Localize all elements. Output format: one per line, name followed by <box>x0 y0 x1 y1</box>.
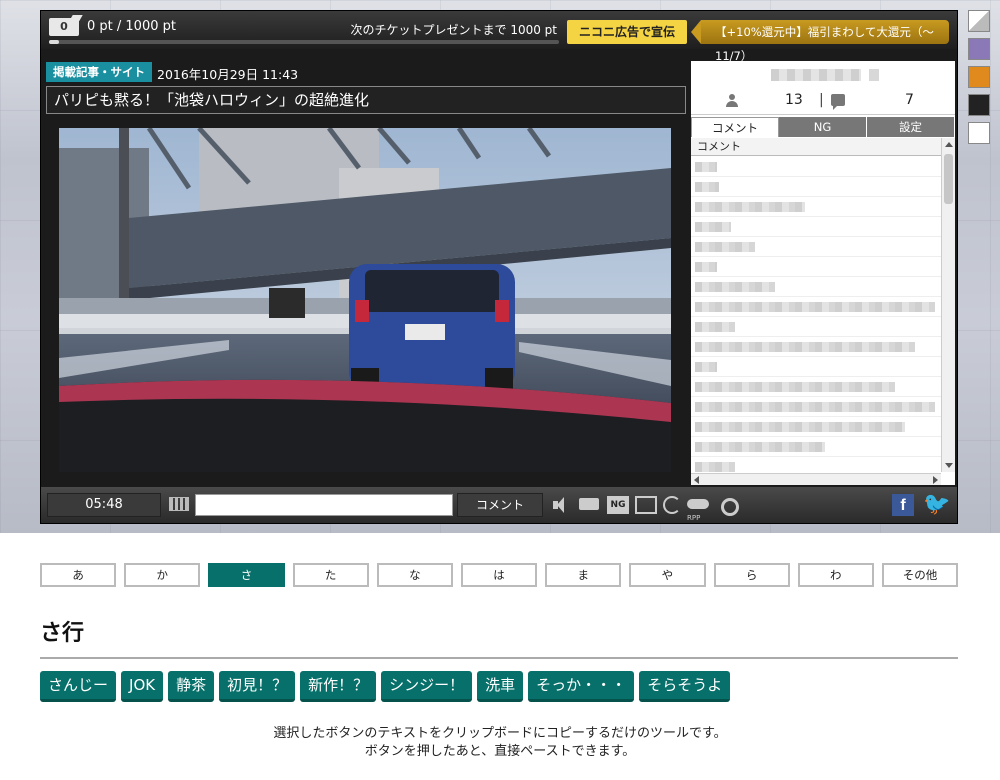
points-progress <box>49 40 559 44</box>
kana-tab[interactable]: ま <box>545 563 622 587</box>
points-text: 0 pt / 1000 pt <box>87 19 176 34</box>
playback-time: 05:48 <box>47 493 161 517</box>
phrase-button[interactable]: 新作！？ <box>300 671 377 702</box>
video-frame[interactable] <box>59 128 671 472</box>
list-item[interactable] <box>691 157 941 177</box>
pumpkin-icon[interactable] <box>968 66 990 88</box>
phrase-button[interactable]: そらそうよ <box>639 671 731 702</box>
list-item[interactable] <box>691 277 941 297</box>
comment-horizontal-scrollbar[interactable] <box>691 473 941 485</box>
comment-column-header[interactable]: コメント <box>691 138 941 156</box>
kana-tab[interactable]: な <box>376 563 453 587</box>
kana-tab[interactable]: や <box>629 563 706 587</box>
video-scene <box>59 128 671 472</box>
list-item[interactable] <box>691 257 941 277</box>
side-shortcuts <box>968 10 992 150</box>
next-ticket-text: 次のチケットプレゼントまで 1000 pt <box>350 23 558 37</box>
kana-tab[interactable]: た <box>292 563 369 587</box>
user-icon <box>725 94 739 108</box>
kana-tab-row: あかさたなはまやらわその他 <box>40 563 959 587</box>
list-item[interactable] <box>691 317 941 337</box>
category-badge[interactable]: 掲載記事・サイト <box>46 62 152 82</box>
viewer-count: 13 <box>785 92 803 108</box>
phrase-button-row: さんじー JOK 静茶 初見！？ 新作！？ シンジー！ 洗車 そっか・・・ そらそうよ <box>40 671 731 703</box>
comment-submit-button[interactable]: コメント <box>457 493 543 517</box>
section-divider <box>40 657 958 659</box>
tab-ng[interactable]: NG <box>779 117 867 137</box>
twitter-icon[interactable]: 🐦 <box>923 493 950 517</box>
comment-panel: 13 | 7 コメント NG 設定 コメント <box>691 61 955 485</box>
section-title: さ行 <box>40 621 85 646</box>
video-player: 0 0 pt / 1000 pt 次のチケットプレゼントまで 1000 pt ニ… <box>40 10 958 524</box>
keyboard-icon[interactable] <box>169 497 189 511</box>
list-item[interactable] <box>691 437 941 457</box>
stat-divider: | <box>819 92 824 108</box>
comment-icon <box>831 94 845 110</box>
list-item[interactable] <box>691 357 941 377</box>
rpp-label: RPP <box>687 514 701 522</box>
comment-list <box>691 157 941 473</box>
phrase-button[interactable]: 初見！？ <box>219 671 296 702</box>
list-item[interactable] <box>691 397 941 417</box>
list-item[interactable] <box>691 197 941 217</box>
campaign-banner[interactable]: 【+10%還元中】福引まわして大還元（〜11/7） <box>691 20 949 63</box>
anime-girl-icon[interactable] <box>968 38 990 60</box>
points-bar: 0 0 pt / 1000 pt 次のチケットプレゼントまで 1000 pt ニ… <box>41 11 957 63</box>
page-fold-icon[interactable] <box>968 10 990 32</box>
comment-count: 7 <box>905 92 914 108</box>
kana-tab[interactable]: わ <box>797 563 874 587</box>
kana-tab[interactable]: か <box>124 563 201 587</box>
video-info: 掲載記事・サイト 2016年10月29日 11:43 パリピも黙る！「池袋ハロウ… <box>41 59 689 119</box>
phrase-button[interactable]: 洗車 <box>477 671 524 702</box>
comment-vertical-scrollbar[interactable] <box>941 138 955 472</box>
list-item[interactable] <box>691 457 941 473</box>
dark-square-icon[interactable] <box>968 94 990 116</box>
video-title: パリピも黙る！「池袋ハロウィン」の超絶進化 <box>46 86 686 114</box>
post-datetime: 2016年10月29日 11:43 <box>157 67 299 82</box>
list-item[interactable] <box>691 337 941 357</box>
kana-tab[interactable]: あ <box>40 563 117 587</box>
tab-comments[interactable]: コメント <box>691 117 779 137</box>
kana-tab[interactable]: その他 <box>881 563 959 587</box>
kana-tab[interactable]: ら <box>713 563 790 587</box>
kana-tab[interactable]: は <box>460 563 538 587</box>
list-item[interactable] <box>691 417 941 437</box>
phrase-button[interactable]: JOK <box>121 671 164 702</box>
reload-icon[interactable] <box>663 496 681 514</box>
phrase-button[interactable]: そっか・・・ <box>528 671 635 702</box>
list-item[interactable] <box>691 177 941 197</box>
nicoad-button[interactable]: ニコニ広告で宣伝 <box>567 20 687 44</box>
tool-description-line-1: 選択したボタンのテキストをクリップボードにコピーするだけのツールです。 <box>273 726 727 741</box>
phrase-button[interactable]: さんじー <box>40 671 117 702</box>
phrase-button[interactable]: シンジー！ <box>381 671 473 702</box>
tab-settings[interactable]: 設定 <box>867 117 955 137</box>
facebook-icon[interactable]: f <box>892 494 914 516</box>
comment-panel-tabs: コメント NG 設定 <box>691 117 955 137</box>
list-item[interactable] <box>691 377 941 397</box>
gear-icon[interactable] <box>719 496 739 516</box>
list-item[interactable] <box>691 237 941 257</box>
gamepad-icon[interactable] <box>687 496 709 514</box>
blank-square-icon[interactable] <box>968 122 990 144</box>
comment-input[interactable] <box>195 494 453 516</box>
ticket-icon: 0 <box>49 18 79 36</box>
screen-size-icon[interactable] <box>635 496 657 514</box>
phrase-button[interactable]: 静茶 <box>168 671 215 702</box>
ng-icon[interactable]: NG <box>607 496 629 514</box>
list-item[interactable] <box>691 297 941 317</box>
volume-icon[interactable] <box>553 496 569 514</box>
uploader-name-blurred <box>771 69 879 81</box>
tool-description-line-2: ボタンを押したあと、直接ペーストできます。 <box>364 744 636 759</box>
player-controls: 05:48 コメント NG RPP f 🐦 <box>41 487 957 523</box>
kana-tab[interactable]: さ <box>208 563 285 587</box>
list-item[interactable] <box>691 217 941 237</box>
comment-toggle-icon[interactable] <box>579 496 599 514</box>
uploader-box: 13 | 7 <box>691 61 955 115</box>
